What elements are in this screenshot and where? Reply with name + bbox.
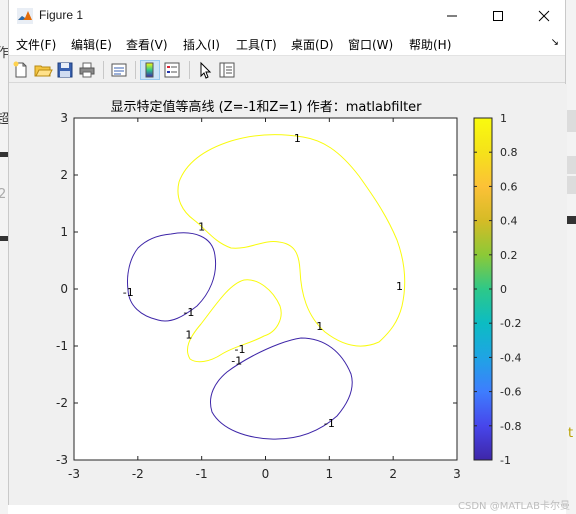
toolbar-separator bbox=[189, 61, 190, 79]
menu-insert[interactable]: 插入(I) bbox=[183, 36, 220, 53]
menu-tools[interactable]: 工具(T) bbox=[236, 36, 277, 53]
matlab-logo-icon bbox=[17, 8, 33, 24]
menu-view[interactable]: 查看(V) bbox=[126, 36, 168, 53]
property-inspector-icon bbox=[219, 62, 235, 78]
contour-label: -1 bbox=[324, 417, 335, 430]
property-inspector-button[interactable] bbox=[217, 60, 237, 80]
colorbar-tick-label: 0.4 bbox=[500, 215, 518, 228]
print-icon bbox=[79, 62, 95, 78]
contour-label: 1 bbox=[185, 329, 192, 342]
figure-canvas[interactable]: 显示特定值等高线 (Z=-1和Z=1) 作者：matlabfilter -3 -2… bbox=[9, 84, 567, 505]
figure-window: Figure 1 文件(F) 编辑(E) 查看(V) 插入(I) 工具(T) 桌… bbox=[8, 0, 567, 505]
x-tick-label: 0 bbox=[262, 467, 270, 481]
maximize-button[interactable] bbox=[475, 0, 521, 32]
close-icon bbox=[538, 10, 550, 22]
colorbar-tick-label: 0.6 bbox=[500, 180, 518, 193]
y-tick-label: 0 bbox=[60, 282, 68, 296]
minimize-button[interactable] bbox=[429, 0, 475, 32]
insert-legend-button[interactable] bbox=[162, 60, 182, 80]
menu-bar: 文件(F) 编辑(E) 查看(V) 插入(I) 工具(T) 桌面(D) 窗口(W… bbox=[9, 32, 565, 56]
background-strip bbox=[0, 152, 8, 157]
legend-icon bbox=[164, 62, 180, 78]
colorbar-tick-label: -1 bbox=[500, 454, 511, 467]
window-title: Figure 1 bbox=[39, 8, 84, 22]
contour-label: -1 bbox=[183, 306, 194, 319]
background-strip bbox=[566, 110, 576, 132]
menu-overflow-icon[interactable]: ↘ bbox=[551, 37, 559, 48]
background-strip bbox=[566, 216, 576, 224]
toolbar bbox=[9, 57, 565, 83]
contour-label: -1 bbox=[123, 286, 134, 299]
contour-label: 1 bbox=[316, 320, 323, 333]
watermark-text: CSDN @MATLAB卡尔曼 bbox=[458, 501, 570, 512]
open-file-icon bbox=[34, 65, 53, 77]
link-plot-button[interactable] bbox=[109, 60, 129, 80]
background-text: t bbox=[568, 426, 574, 441]
x-tick-label: -3 bbox=[68, 467, 80, 481]
y-tick-label: -3 bbox=[56, 453, 68, 467]
new-figure-button[interactable] bbox=[11, 60, 31, 80]
y-tick-label: -2 bbox=[56, 396, 68, 410]
title-bar[interactable]: Figure 1 bbox=[9, 0, 565, 32]
toolbar-separator bbox=[135, 61, 136, 79]
insert-colorbar-button[interactable] bbox=[140, 60, 160, 80]
x-tick-label: -2 bbox=[132, 467, 144, 481]
colorbar-icon bbox=[145, 62, 154, 78]
save-icon bbox=[57, 62, 73, 78]
open-file-button[interactable] bbox=[33, 60, 53, 80]
contour-label: 1 bbox=[198, 220, 205, 233]
y-tick-label: 2 bbox=[60, 168, 68, 182]
menu-window[interactable]: 窗口(W) bbox=[348, 36, 393, 53]
menu-help[interactable]: 帮助(H) bbox=[409, 36, 451, 53]
contour-figure[interactable]: 显示特定值等高线 (Z=-1和Z=1) 作者：matlabfilter -3 -2… bbox=[9, 84, 567, 505]
new-figure-icon bbox=[13, 61, 27, 78]
background-text: 2 bbox=[0, 187, 7, 202]
x-tick-label: 1 bbox=[326, 467, 334, 481]
colorbar-tick-label: -0.4 bbox=[500, 351, 521, 364]
save-button[interactable] bbox=[55, 60, 75, 80]
y-tick-label: 1 bbox=[60, 225, 68, 239]
background-strip bbox=[566, 156, 576, 174]
chart-title: 显示特定值等高线 (Z=-1和Z=1) 作者：matlabfilter bbox=[110, 99, 422, 115]
link-plot-icon bbox=[111, 63, 127, 77]
colorbar-tick-label: 0.8 bbox=[500, 146, 518, 159]
contour-label: 1 bbox=[396, 280, 403, 293]
menu-edit[interactable]: 编辑(E) bbox=[71, 36, 112, 53]
x-tick-label: 3 bbox=[453, 467, 461, 481]
background-window-right: t bbox=[566, 0, 576, 514]
minimize-icon bbox=[447, 15, 457, 17]
close-button[interactable] bbox=[521, 0, 567, 32]
menu-file[interactable]: 文件(F) bbox=[16, 36, 56, 53]
pointer-icon bbox=[200, 61, 212, 79]
y-tick-label: -1 bbox=[56, 339, 68, 353]
print-button[interactable] bbox=[77, 60, 97, 80]
contour-label: 1 bbox=[294, 132, 301, 145]
toolbar-separator bbox=[103, 61, 104, 79]
background-strip bbox=[0, 236, 8, 241]
x-tick-label: 2 bbox=[389, 467, 397, 481]
x-tick-label: -1 bbox=[196, 467, 208, 481]
colorbar-tick-label: 0 bbox=[500, 283, 507, 296]
colorbar-tick-label: 0.2 bbox=[500, 249, 518, 262]
background-strip bbox=[566, 176, 576, 194]
maximize-icon bbox=[493, 11, 503, 21]
y-tick-label: 3 bbox=[60, 111, 68, 125]
contour-label: -1 bbox=[231, 354, 242, 367]
colorbar-tick-label: -0.8 bbox=[500, 420, 521, 433]
colorbar-tick-label: 1 bbox=[500, 112, 507, 125]
menu-desktop[interactable]: 桌面(D) bbox=[291, 36, 334, 53]
colorbar-tick-label: -0.2 bbox=[500, 317, 521, 330]
background-window-left: 作 超 2 bbox=[0, 0, 9, 514]
colorbar-tick-label: -0.6 bbox=[500, 386, 521, 399]
edit-plot-button[interactable] bbox=[195, 60, 215, 80]
